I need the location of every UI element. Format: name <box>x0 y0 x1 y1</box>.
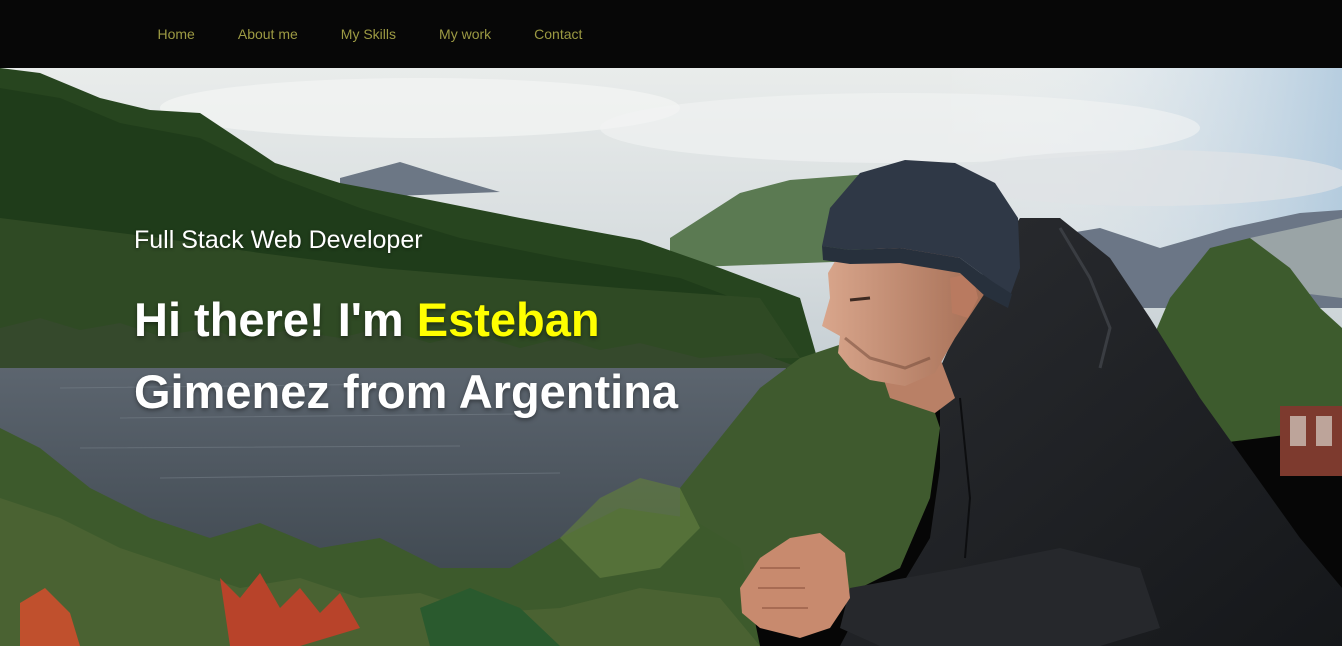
nav-link-about-me[interactable]: About me <box>216 0 319 68</box>
hero-subtitle: Full Stack Web Developer <box>134 226 423 254</box>
nav-link-home[interactable]: Home <box>136 0 216 68</box>
nav-item-about: About me <box>216 0 319 68</box>
nav-item-home: Home <box>136 0 216 68</box>
nav-item-contact: Contact <box>513 0 604 68</box>
nav-link-my-skills[interactable]: My Skills <box>319 0 417 68</box>
nav-item-work: My work <box>418 0 513 68</box>
top-navbar: Home About me My Skills My work Contact <box>0 0 1342 68</box>
nav-link-contact[interactable]: Contact <box>513 0 604 68</box>
nav-item-skills: My Skills <box>319 0 417 68</box>
nav-link-my-work[interactable]: My work <box>418 0 513 68</box>
headline-prefix: Hi there! I'm <box>134 293 417 346</box>
hero-headline: Hi there! I'm Esteban Gimenez from Argent… <box>134 284 774 428</box>
nav-menu: Home About me My Skills My work Contact <box>136 0 604 68</box>
headline-suffix: Gimenez from Argentina <box>134 365 679 418</box>
hero-section: Full Stack Web Developer Hi there! I'm E… <box>0 68 1342 646</box>
headline-name-highlight: Esteban <box>416 293 600 346</box>
